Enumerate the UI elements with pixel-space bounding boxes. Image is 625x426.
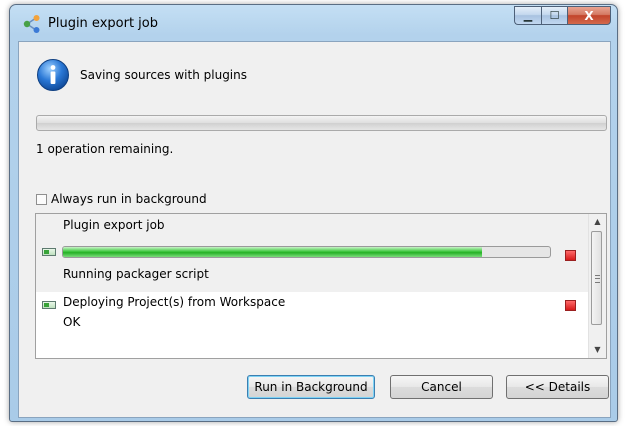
job-progress-fill [63,247,482,257]
plugin-share-icon [23,15,40,33]
job-title: Plugin export job [63,218,165,232]
plugin-export-dialog: Plugin export job ▁ ☐ X Saving sources w… [9,4,618,422]
scrollbar-thumb[interactable] [591,231,602,325]
stop-job-button[interactable] [565,250,576,261]
minimize-icon: ▁ [523,9,533,22]
scroll-down-icon[interactable]: ▼ [589,342,606,358]
dialog-body: Saving sources with plugins 1 operation … [18,41,611,418]
always-run-in-background-checkbox[interactable] [36,193,47,205]
maximize-icon: ☐ [549,9,560,22]
job-list-scrollbar[interactable]: ▲ ▼ [588,214,606,358]
job-status: Running packager script [63,267,209,281]
job-list: Plugin export job Running packager scrip… [35,213,607,359]
status-message: Saving sources with plugins [80,68,247,82]
job-status: OK [63,315,81,329]
scroll-up-icon[interactable]: ▲ [589,214,606,230]
window-title: Plugin export job [48,16,158,31]
remaining-operations: 1 operation remaining. [36,142,174,156]
job-progress-icon [42,301,56,309]
job-progress-bar [62,246,551,258]
details-button[interactable]: << Details [506,375,609,399]
run-in-background-button[interactable]: Run in Background [247,375,375,399]
stop-job-button[interactable] [565,300,576,311]
minimize-button[interactable]: ▁ [514,6,541,25]
job-title: Deploying Project(s) from Workspace [63,295,286,309]
window-controls: ▁ ☐ X [514,6,611,25]
close-button[interactable]: X [567,6,611,25]
overall-progress-bar [36,115,607,131]
grip-icon [595,275,600,283]
job-progress-icon [42,248,56,256]
list-item[interactable]: Plugin export job Running packager scrip… [36,214,588,292]
title-bar[interactable]: Plugin export job ▁ ☐ X [10,5,617,41]
maximize-button[interactable]: ☐ [541,6,567,25]
close-icon: X [584,8,594,23]
info-icon [37,59,69,91]
always-run-in-background-label[interactable]: Always run in background [51,192,207,206]
cancel-button[interactable]: Cancel [390,375,493,399]
always-run-in-background-option[interactable]: Always run in background [36,192,207,206]
list-item[interactable]: Deploying Project(s) from Workspace OK [36,292,588,358]
